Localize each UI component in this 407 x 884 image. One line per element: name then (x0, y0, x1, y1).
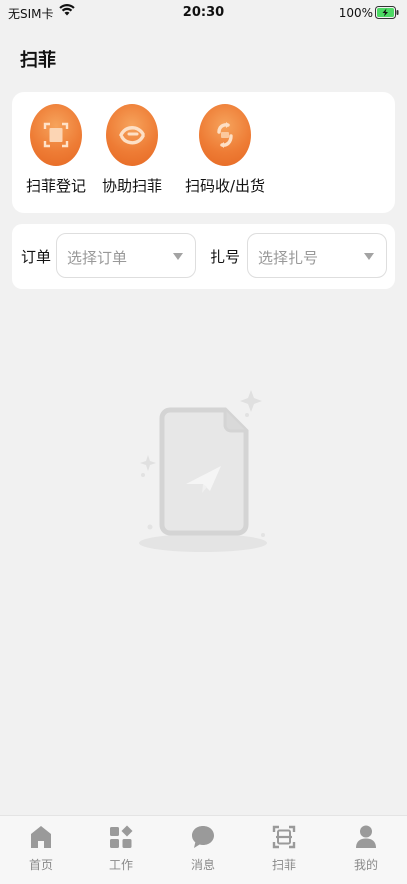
message-icon (192, 826, 214, 848)
scan-actions-card: 扫菲登记 协助扫菲 扫码收/出货 (12, 92, 395, 213)
filter-card: 订单 选择订单 扎号 选择扎号 (12, 224, 395, 289)
order-label: 订单 (21, 248, 52, 266)
action-label: 协助扫菲 (101, 177, 162, 195)
tab-label: 我的 (353, 858, 378, 872)
scan-frame-icon (30, 104, 82, 166)
page-title: 扫菲 (20, 50, 56, 71)
tab-label: 消息 (190, 858, 215, 872)
order-select-placeholder: 选择订单 (67, 249, 128, 267)
user-icon (356, 825, 376, 848)
scan-icon (272, 825, 296, 849)
tab-home[interactable]: 首页 (11, 822, 71, 873)
battery-charging-icon (375, 6, 399, 19)
order-select[interactable]: 选择订单 (56, 233, 196, 278)
status-bar: 无SIM卡 20:30 100% (0, 0, 407, 28)
apps-icon (110, 825, 133, 848)
bundle-select-placeholder: 选择扎号 (258, 249, 319, 267)
tab-label: 工作 (108, 858, 133, 872)
tab-messages[interactable]: 消息 (173, 822, 233, 873)
assist-scan-button[interactable]: 协助扫菲 (87, 104, 177, 196)
tab-me[interactable]: 我的 (336, 822, 396, 873)
transfer-arrows-icon (199, 104, 251, 166)
bundle-select[interactable]: 选择扎号 (247, 233, 387, 278)
scan-receive-ship-button[interactable]: 扫码收/出货 (180, 104, 270, 196)
tab-label: 首页 (28, 858, 53, 872)
tab-work[interactable]: 工作 (91, 822, 151, 873)
caret-down-icon (364, 253, 374, 260)
handshake-icon (106, 104, 158, 166)
caret-down-icon (173, 253, 183, 260)
bundle-label: 扎号 (210, 248, 241, 266)
tab-label: 扫菲 (271, 858, 296, 872)
bottom-tab-bar: 首页 工作 消息 扫菲 我的 (0, 815, 407, 884)
empty-state-icon (139, 390, 267, 552)
battery-percent: 100% (338, 6, 373, 20)
home-icon (31, 826, 51, 848)
action-label: 扫码收/出货 (184, 177, 266, 195)
tab-scan[interactable]: 扫菲 (254, 822, 314, 873)
